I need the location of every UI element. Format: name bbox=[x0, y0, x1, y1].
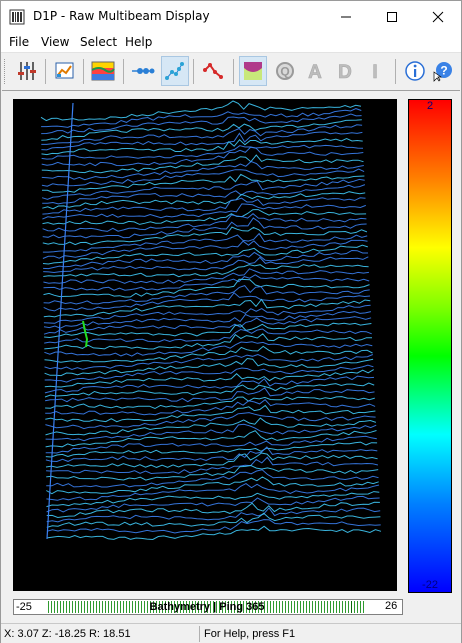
toolbar-separator bbox=[395, 59, 396, 84]
ping-profile-line bbox=[43, 292, 371, 312]
menu-view[interactable]: View bbox=[41, 35, 69, 49]
ping-profile-line bbox=[44, 322, 372, 339]
ping-profile-line bbox=[41, 146, 364, 167]
i-mode-icon: I bbox=[372, 62, 378, 82]
ping-profile-line bbox=[45, 446, 378, 463]
maximize-button[interactable] bbox=[369, 1, 415, 32]
ping-profile-line bbox=[41, 131, 363, 151]
menu-file[interactable]: File bbox=[9, 35, 29, 49]
context-help-icon: ? bbox=[433, 62, 452, 82]
bathymetry-view-icon bbox=[244, 62, 262, 80]
a-mode-icon: A bbox=[308, 62, 323, 82]
d-mode-button[interactable]: D bbox=[331, 56, 359, 86]
ping-profile-line bbox=[44, 369, 374, 388]
info-icon bbox=[405, 61, 425, 81]
bathymetry-view-button[interactable] bbox=[239, 56, 267, 86]
beam-points-button[interactable] bbox=[129, 56, 157, 86]
menu-bar: File View Select Help bbox=[1, 32, 461, 52]
toolbar: Q A D I ? bbox=[1, 52, 461, 90]
chart-edit-icon bbox=[55, 62, 74, 79]
scatter-points-button[interactable] bbox=[161, 56, 189, 86]
ping-slider[interactable]: -25 Bathymetry | Ping 365 bbox=[13, 599, 403, 615]
close-icon bbox=[432, 11, 444, 22]
profile-line-button[interactable] bbox=[199, 56, 227, 86]
ping-profile-line bbox=[44, 328, 372, 344]
colorbar-max-label: 2 bbox=[426, 100, 434, 112]
ping-max-box: 26 bbox=[383, 599, 403, 615]
ping-label: Bathymetry | Ping 365 bbox=[149, 601, 265, 613]
i-mode-button[interactable]: I bbox=[361, 56, 389, 86]
q-mode-button[interactable]: Q bbox=[271, 56, 299, 86]
depth-colorbar: 2 -22 bbox=[408, 99, 452, 593]
ping-profile-line bbox=[44, 345, 373, 363]
app-window: D1P - Raw Multibeam Display File View Se… bbox=[0, 0, 462, 643]
app-icon bbox=[9, 9, 25, 25]
multibeam-plot[interactable] bbox=[13, 99, 397, 591]
status-coordinates: X: 3.07 Z: -18.25 R: 18.51 bbox=[4, 628, 131, 640]
minimize-icon bbox=[341, 16, 351, 17]
context-help-button[interactable]: ? bbox=[429, 56, 457, 86]
svg-text:Q: Q bbox=[280, 65, 289, 79]
ping-profile-line bbox=[44, 333, 372, 350]
toolbar-separator bbox=[123, 59, 124, 84]
chart-edit-button[interactable] bbox=[51, 56, 79, 86]
toolbar-separator bbox=[45, 59, 46, 84]
ping-track[interactable]: Bathymetry | Ping 365 bbox=[48, 601, 366, 613]
ping-profile-line bbox=[42, 209, 367, 225]
toolbar-grip[interactable] bbox=[4, 59, 7, 84]
window-title: D1P - Raw Multibeam Display bbox=[33, 9, 210, 23]
a-mode-button[interactable]: A bbox=[301, 56, 329, 86]
multibeam-profiles bbox=[40, 100, 382, 541]
ping-profile-line bbox=[42, 203, 366, 220]
ping-profile-line bbox=[41, 144, 364, 160]
ping-profile-line bbox=[41, 138, 363, 156]
svg-text:D: D bbox=[338, 62, 352, 82]
sliders-button[interactable] bbox=[13, 56, 41, 86]
q-mode-icon: Q bbox=[276, 62, 294, 80]
ping-max-label: 26 bbox=[385, 600, 398, 612]
ping-profile-line bbox=[45, 404, 376, 423]
ping-profile-line bbox=[46, 469, 379, 488]
ping-profile-line bbox=[46, 519, 381, 534]
toolbar-separator bbox=[83, 59, 84, 84]
ping-min-label: -25 bbox=[16, 601, 32, 613]
ping-profile-line bbox=[45, 387, 375, 403]
close-button[interactable] bbox=[415, 1, 461, 32]
svg-text:A: A bbox=[308, 62, 322, 82]
ping-profile-line bbox=[40, 100, 362, 122]
ping-profile-line bbox=[46, 512, 381, 528]
status-divider bbox=[199, 626, 200, 642]
minimize-button[interactable] bbox=[323, 1, 369, 32]
beam-points-icon bbox=[132, 68, 155, 74]
svg-text:?: ? bbox=[440, 64, 447, 78]
ping-profile-line bbox=[42, 239, 368, 259]
ping-profile-line bbox=[42, 197, 366, 215]
menu-select[interactable]: Select bbox=[80, 35, 117, 49]
client-area: 2 -22 -25 Bathymetry | Ping 365 26 bbox=[2, 90, 460, 623]
status-help-text: For Help, press F1 bbox=[204, 628, 296, 640]
ping-profile-line bbox=[44, 382, 375, 398]
ping-profile-line bbox=[46, 507, 381, 523]
sliders-icon bbox=[18, 62, 36, 80]
info-button[interactable] bbox=[401, 56, 429, 86]
ping-profile-line bbox=[45, 452, 378, 468]
profile-line-icon bbox=[203, 63, 223, 79]
color-map-icon bbox=[91, 61, 115, 81]
ping-profile-line bbox=[42, 213, 367, 232]
color-map-button[interactable] bbox=[89, 56, 117, 86]
svg-text:I: I bbox=[372, 62, 377, 82]
menu-help[interactable]: Help bbox=[125, 35, 152, 49]
title-bar[interactable]: D1P - Raw Multibeam Display bbox=[1, 1, 461, 32]
status-bar: X: 3.07 Z: -18.25 R: 18.51 For Help, pre… bbox=[1, 623, 461, 643]
toolbar-separator bbox=[193, 59, 194, 84]
colorbar-min-label: -22 bbox=[422, 579, 438, 591]
d-mode-icon: D bbox=[338, 62, 352, 82]
toolbar-separator bbox=[233, 59, 234, 84]
maximize-icon bbox=[387, 11, 397, 22]
scatter-points-icon bbox=[165, 62, 184, 80]
